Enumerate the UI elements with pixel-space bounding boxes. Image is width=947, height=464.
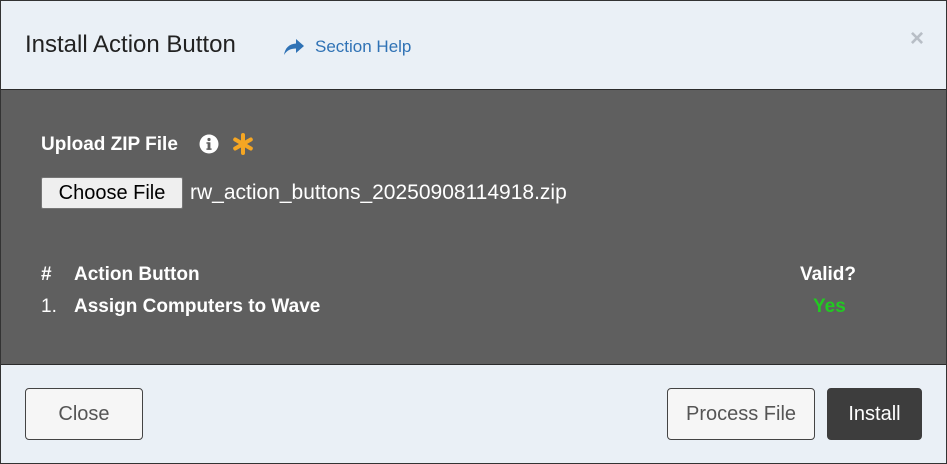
column-header-action-button: Action Button [74,264,200,285]
dialog-title: Install Action Button [25,31,236,58]
section-help-link[interactable]: Section Help [283,37,411,57]
install-button[interactable]: Install [827,388,922,440]
install-action-button-dialog: Install Action Button Section Help × Upl… [0,0,947,464]
dialog-body: Upload ZIP File Choose File rw_action_bu… [1,90,946,365]
row-number: 1. [41,296,57,317]
dialog-footer: Close Process File Install [1,365,946,463]
column-header-number: # [41,264,52,285]
info-circle-icon[interactable] [199,134,219,154]
row-valid-status: Yes [813,296,846,317]
asterisk-icon [233,133,253,155]
choose-file-button[interactable]: Choose File [41,177,183,209]
selected-file-name: rw_action_buttons_20250908114918.zip [190,181,567,204]
column-header-valid: Valid? [800,264,856,285]
dialog-header: Install Action Button Section Help × [1,1,946,90]
share-arrow-icon [284,39,304,55]
upload-zip-label: Upload ZIP File [41,134,178,155]
row-action-button-name: Assign Computers to Wave [74,296,321,317]
close-icon[interactable]: × [910,25,924,53]
process-file-button[interactable]: Process File [667,388,815,440]
close-button[interactable]: Close [25,388,143,440]
section-help-label: Section Help [315,37,412,56]
